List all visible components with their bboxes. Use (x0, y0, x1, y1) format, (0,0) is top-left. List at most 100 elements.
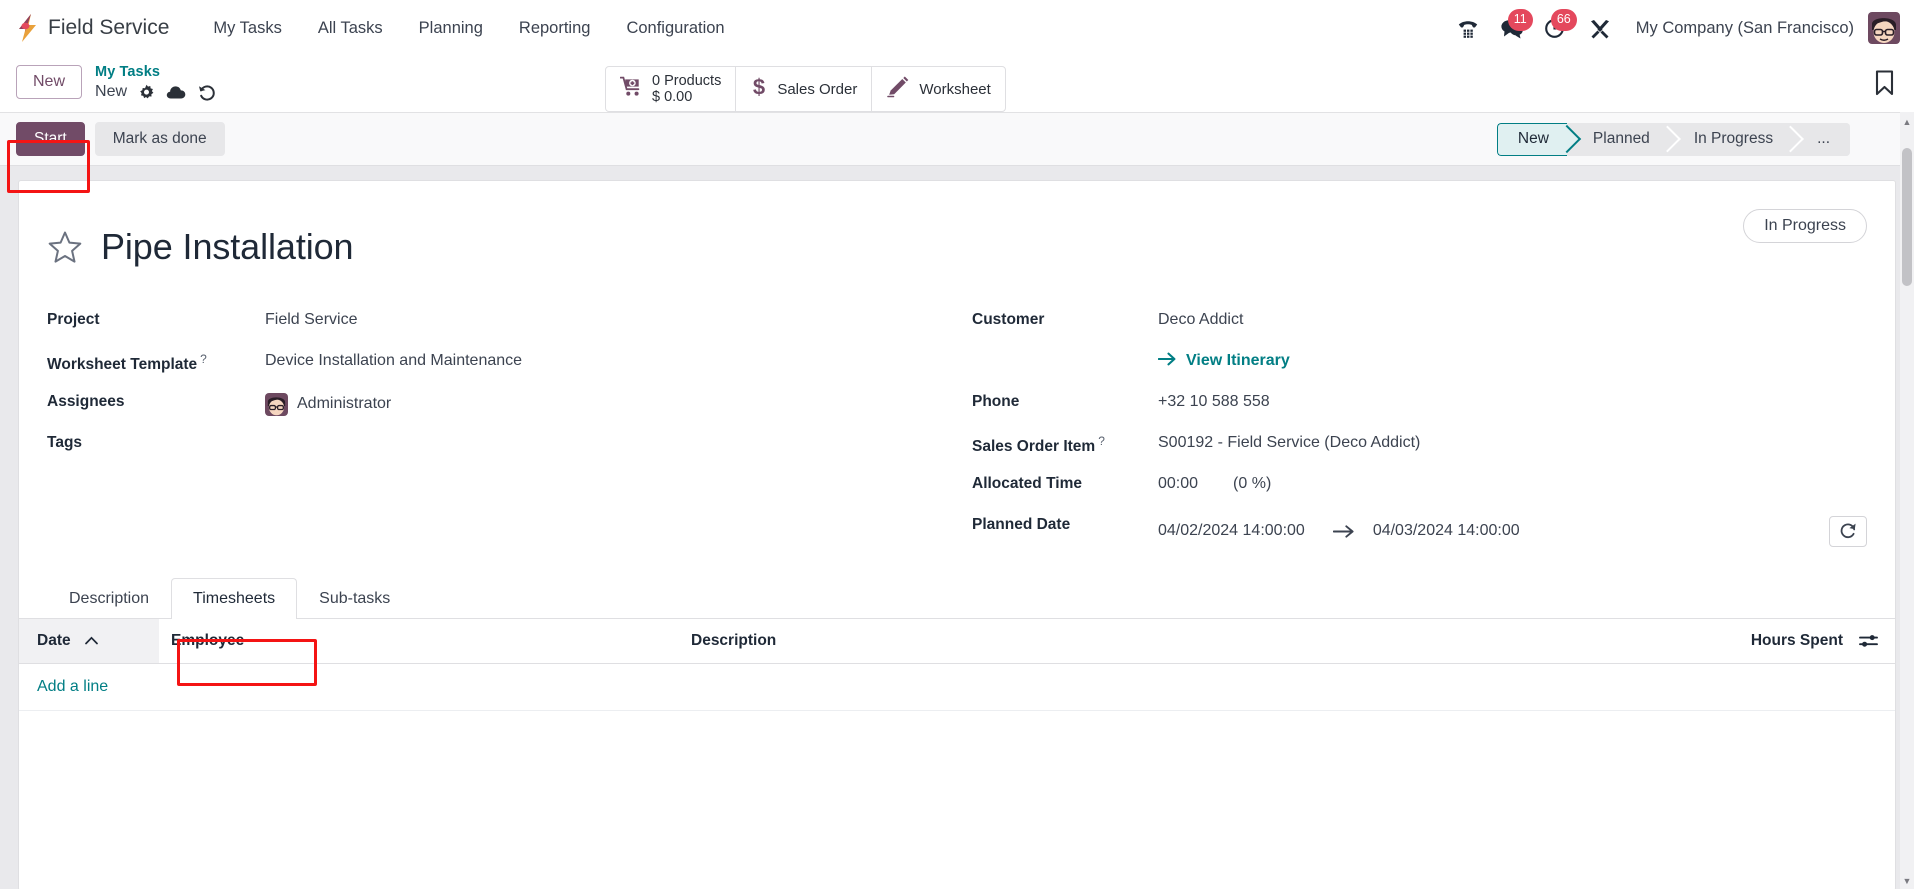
tab-sub-tasks[interactable]: Sub-tasks (297, 578, 412, 619)
notebook: Description Timesheets Sub-tasks Date Em… (19, 577, 1895, 795)
status-step-in-progress[interactable]: In Progress (1667, 122, 1792, 156)
activities-badge-count: 66 (1550, 9, 1577, 31)
menu-item-all-tasks[interactable]: All Tasks (300, 13, 401, 44)
field-phone-label: Phone (972, 392, 1020, 410)
field-planned-date-label: Planned Date (972, 515, 1071, 533)
app-name[interactable]: Field Service (48, 16, 169, 40)
column-header-date-label: Date (37, 631, 71, 649)
help-tooltip-icon[interactable]: ? (1098, 434, 1105, 448)
menu-item-configuration[interactable]: Configuration (608, 13, 742, 44)
stat-worksheet-label: Worksheet (919, 80, 991, 98)
field-sales-order-item-value[interactable]: S00192 - Field Service (Deco Addict) (1158, 431, 1420, 452)
stat-button-products[interactable]: 0 Products $ 0.00 (606, 67, 737, 112)
bookmark-icon[interactable] (1873, 70, 1896, 101)
field-phone-value[interactable]: +32 10 588 558 (1158, 390, 1270, 411)
undo-discard-icon[interactable] (198, 84, 216, 101)
stat-button-worksheet[interactable]: Worksheet (872, 67, 1004, 111)
planned-date-end[interactable]: 04/03/2024 14:00:00 (1373, 522, 1520, 540)
user-avatar[interactable] (1868, 12, 1900, 44)
field-worksheet-template-value[interactable]: Device Installation and Maintenance (265, 349, 522, 370)
menu-item-my-tasks[interactable]: My Tasks (195, 13, 299, 44)
field-customer-value[interactable]: Deco Addict (1158, 308, 1243, 329)
status-badge[interactable]: In Progress (1743, 209, 1867, 244)
table-empty-space (19, 710, 1895, 795)
status-step-new[interactable]: New (1496, 122, 1567, 156)
breadcrumb-parent-my-tasks[interactable]: My Tasks (95, 63, 216, 81)
field-planned-date-value: 04/02/2024 14:00:00 04/03/2024 14:00:00 (1158, 513, 1867, 547)
sliders-icon[interactable] (1859, 633, 1879, 649)
company-switcher[interactable]: My Company (San Francisco) (1636, 19, 1854, 38)
breadcrumb-current-label: New (95, 83, 128, 101)
field-project-label: Project (47, 310, 100, 328)
stat-button-sales-order[interactable]: $ Sales Order (736, 67, 873, 112)
activities-menu-button[interactable]: 66 (1536, 9, 1577, 47)
planned-date-start[interactable]: 04/02/2024 14:00:00 (1158, 522, 1305, 540)
timesheets-table: Date Employee Description Hours Spent Ad… (19, 618, 1895, 795)
stat-sales-order-label: Sales Order (777, 80, 858, 98)
field-assignees-value[interactable]: Administrator (265, 390, 391, 416)
wrench-tools-icon[interactable] (1580, 9, 1620, 47)
field-phone: Phone +32 10 588 558 (972, 387, 1867, 428)
scroll-down-arrow-icon[interactable]: ▼ (1900, 873, 1914, 889)
field-assignees-name: Administrator (297, 395, 392, 413)
messages-menu-button[interactable]: 11 (1492, 9, 1533, 47)
new-record-button[interactable]: New (16, 65, 83, 100)
status-bar-row: Start Mark as done New Planned In Progre… (0, 112, 1914, 167)
add-a-line-button[interactable]: Add a line (37, 678, 108, 695)
field-allocated-time-value[interactable]: 00:00 (0 %) (1158, 472, 1271, 493)
breadcrumb-current-row: New (95, 82, 216, 102)
record-sheet: Pipe Installation In Progress Project Fi… (18, 180, 1896, 889)
tab-description[interactable]: Description (47, 578, 171, 619)
start-button[interactable]: Start (16, 121, 85, 157)
phone-dialpad-icon[interactable] (1448, 9, 1488, 47)
arrow-right-icon (1157, 352, 1177, 371)
scroll-up-arrow-icon[interactable]: ▲ (1900, 114, 1914, 130)
title-left: Pipe Installation (47, 203, 354, 291)
page-title: Pipe Installation (101, 226, 354, 268)
menu-item-planning[interactable]: Planning (401, 13, 501, 44)
status-step-planned[interactable]: Planned (1566, 122, 1668, 156)
column-header-hours-spent[interactable]: Hours Spent (1645, 618, 1895, 664)
sheet-outer: Pipe Installation In Progress Project Fi… (0, 166, 1914, 889)
add-line-row: Add a line (19, 663, 1895, 711)
column-header-description[interactable]: Description (679, 618, 1645, 664)
scrollbar-thumb[interactable] (1902, 148, 1912, 287)
status-bar: New Planned In Progress ... (1496, 122, 1850, 156)
menu-item-reporting[interactable]: Reporting (501, 13, 609, 44)
svg-text:$: $ (753, 75, 765, 99)
stat-products-text: 0 Products $ 0.00 (652, 73, 721, 105)
field-allocated-time: Allocated Time 00:00 (0 %) (972, 469, 1867, 510)
field-project: Project Field Service (47, 305, 942, 346)
favorite-star-icon[interactable] (47, 230, 83, 265)
field-sales-order-item-label-text: Sales Order Item (972, 438, 1096, 456)
odoo-bolt-logo-icon[interactable] (10, 11, 44, 45)
stat-products-count: 0 Products (652, 73, 722, 89)
help-tooltip-icon[interactable]: ? (200, 352, 207, 366)
field-itinerary-label-spacer (972, 349, 1158, 352)
dollar-icon: $ (750, 74, 768, 104)
field-itinerary-value: View Itinerary (1157, 349, 1290, 371)
column-header-date[interactable]: Date (19, 618, 159, 664)
add-line-cell: Add a line (19, 663, 1895, 711)
timesheets-table-body: Add a line (19, 663, 1895, 795)
field-tags-label: Tags (47, 433, 83, 451)
mark-as-done-button[interactable]: Mark as done (94, 121, 225, 157)
form-column-right: Customer Deco Addict View Itinerary Phon… (972, 305, 1867, 551)
view-itinerary-link[interactable]: View Itinerary (1157, 352, 1290, 371)
field-worksheet-template: Worksheet Template? Device Installation … (47, 346, 942, 387)
timesheets-table-wrapper: Date Employee Description Hours Spent Ad… (19, 618, 1895, 795)
refresh-icon[interactable] (1829, 515, 1867, 547)
field-customer-label: Customer (972, 310, 1045, 328)
column-header-hours-spent-label: Hours Spent (1750, 631, 1843, 649)
vertical-scrollbar[interactable]: ▲ ▼ (1900, 112, 1914, 889)
field-tags: Tags (47, 428, 942, 469)
cloud-upload-save-icon[interactable] (166, 84, 187, 100)
field-project-value[interactable]: Field Service (265, 308, 357, 329)
gear-icon[interactable] (138, 84, 155, 101)
table-empty-cell (19, 710, 1895, 794)
field-assignees: Assignees Administrator (47, 387, 942, 428)
tab-timesheets[interactable]: Timesheets (171, 577, 298, 619)
column-header-employee[interactable]: Employee (159, 618, 679, 664)
control-panel: New My Tasks New 0 Products $ 0.00 $ Sal… (0, 56, 1914, 113)
field-planned-date: Planned Date 04/02/2024 14:00:00 04/03/2… (972, 510, 1867, 551)
